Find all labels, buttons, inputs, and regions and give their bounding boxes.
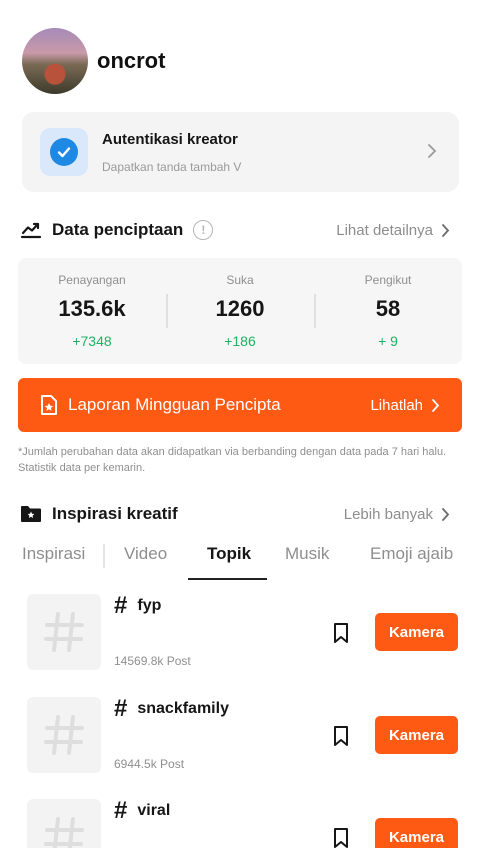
auth-subtitle: Dapatkan tanda tambah V [102, 160, 242, 174]
see-details-link[interactable]: Lihat detailnya [336, 222, 450, 239]
bookmark-icon[interactable] [330, 622, 352, 644]
hashtag-thumbnail [27, 697, 101, 773]
chevron-right-icon [442, 507, 450, 521]
inspiration-tabs: Inspirasi Video Topik Musik Emoji ajaib [0, 536, 480, 580]
verified-check-icon [50, 138, 78, 166]
topic-name: # snackfamily [114, 697, 229, 721]
view-report-action: Lihatlah [370, 397, 440, 414]
creative-inspiration-title: Inspirasi kreatif [52, 504, 178, 523]
creator-authentication-card[interactable]: Autentikasi kreator Dapatkan tanda tamba… [22, 112, 459, 192]
topic-label: snackfamily [137, 700, 229, 717]
tab-video[interactable]: Video [124, 544, 167, 564]
stat-label: Penayangan [58, 273, 126, 287]
chevron-right-icon [442, 223, 450, 237]
tab-fade-overlay [450, 536, 480, 580]
bookmark-icon[interactable] [330, 827, 352, 848]
folder-star-icon [21, 506, 41, 522]
profile-header: oncrot [22, 28, 165, 94]
topic-name: # fyp [114, 594, 161, 618]
topic-post-count: 6944.5k Post [114, 757, 185, 771]
list-item[interactable]: # fyp 14569.8k Post Kamera [0, 594, 480, 684]
info-icon[interactable]: ! [193, 220, 214, 240]
view-report-label: Lihatlah [370, 396, 423, 414]
stat-likes[interactable]: Suka 1260 +186 [166, 258, 314, 364]
list-item[interactable]: # viral Kamera [0, 799, 480, 848]
stat-delta: + 9 [378, 333, 398, 349]
stat-value: 1260 [215, 296, 265, 321]
stat-label: Pengikut [364, 273, 412, 287]
username: oncrot [97, 48, 166, 73]
footnote-text: *Jumlah perubahan data akan didapatkan v… [18, 446, 447, 474]
weekly-report-button[interactable]: Laporan Mingguan Pencipta Lihatlah [18, 378, 462, 432]
stat-value: 58 [375, 296, 401, 321]
list-item[interactable]: # snackfamily 6944.5k Post Kamera [0, 697, 480, 787]
active-tab-indicator [188, 578, 267, 580]
verified-badge-tile [40, 128, 88, 176]
creation-data-title: Data penciptaan [52, 220, 184, 239]
chevron-right-icon [428, 144, 437, 158]
stat-delta: +186 [224, 333, 256, 349]
report-document-icon [41, 395, 57, 415]
tab-musik[interactable]: Musik [285, 544, 329, 564]
chevron-right-icon [432, 398, 440, 412]
auth-title: Autentikasi kreator [102, 131, 238, 148]
creative-inspiration-header: Inspirasi kreatif Lebih banyak [20, 500, 450, 528]
avatar[interactable] [22, 28, 88, 94]
hash-symbol: # [114, 797, 128, 824]
hash-symbol: # [114, 695, 128, 722]
tab-emoji[interactable]: Emoji ajaib [370, 544, 453, 564]
stat-delta: +7348 [72, 333, 112, 349]
tab-topik[interactable]: Topik [207, 544, 251, 564]
topic-post-count: 14569.8k Post [114, 654, 191, 668]
topic-label: fyp [137, 597, 162, 614]
bookmark-icon[interactable] [330, 725, 352, 747]
topic-name: # viral [114, 799, 170, 823]
camera-button[interactable]: Kamera [375, 818, 458, 848]
stat-followers[interactable]: Pengikut 58 + 9 [314, 258, 462, 364]
hashtag-thumbnail [27, 799, 101, 848]
topic-label: viral [137, 802, 171, 819]
stat-views[interactable]: Penayangan 135.6k +7348 [18, 258, 166, 364]
creation-data-header: Data penciptaan ! Lihat detailnya [20, 216, 450, 244]
see-details-label: Lihat detailnya [336, 221, 433, 239]
weekly-report-label: Laporan Mingguan Pencipta [68, 395, 281, 414]
hashtag-icon [44, 817, 84, 848]
tab-separator [103, 544, 105, 568]
stat-label: Suka [226, 273, 254, 287]
hashtag-thumbnail [27, 594, 101, 670]
tab-inspirasi[interactable]: Inspirasi [22, 544, 85, 564]
trend-chart-icon [20, 222, 42, 239]
camera-button[interactable]: Kamera [375, 613, 458, 651]
hashtag-icon [44, 612, 84, 652]
hashtag-icon [44, 715, 84, 755]
stats-card: Penayangan 135.6k +7348 Suka 1260 +186 P… [18, 258, 462, 364]
stat-value: 135.6k [58, 296, 126, 321]
camera-button[interactable]: Kamera [375, 716, 458, 754]
more-link[interactable]: Lebih banyak [344, 506, 450, 523]
more-label: Lebih banyak [343, 505, 433, 523]
hash-symbol: # [114, 592, 128, 619]
